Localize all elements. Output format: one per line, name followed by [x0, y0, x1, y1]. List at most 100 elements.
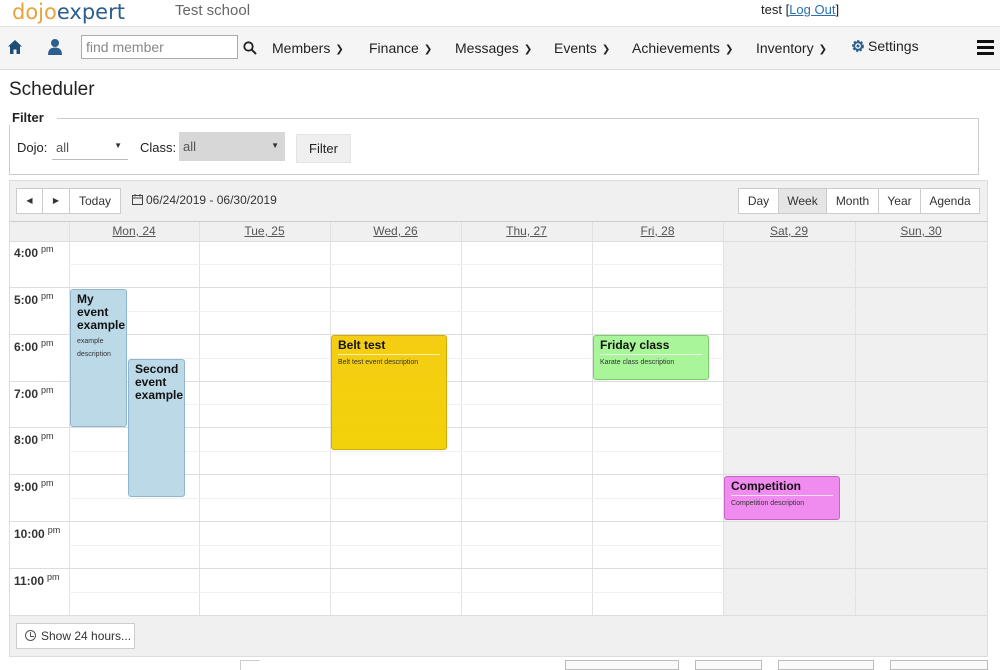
- nav-inventory[interactable]: Inventory ❯: [756, 40, 827, 56]
- logout-link[interactable]: Log Out: [789, 2, 835, 17]
- nav-inventory-label: Inventory: [756, 40, 814, 56]
- member-search: [81, 35, 238, 59]
- event-separator: [338, 354, 440, 355]
- nav-messages-label: Messages: [455, 40, 519, 56]
- time-label-hour: 5:00: [14, 293, 39, 307]
- footer-element: [778, 660, 874, 670]
- event-second-event-example[interactable]: Second event example: [128, 359, 185, 497]
- event-title: My event example: [77, 292, 126, 332]
- nav-members[interactable]: Members ❯: [272, 40, 344, 56]
- time-label: 8:00 pm: [14, 431, 54, 447]
- day-header-sat[interactable]: Sat, 29: [723, 222, 855, 241]
- time-label-ampm: pm: [47, 572, 60, 582]
- event-friday-class[interactable]: Friday class Karate class description: [593, 335, 709, 380]
- time-label-ampm: pm: [41, 431, 54, 441]
- view-week-button[interactable]: Week: [778, 188, 827, 214]
- event-title: Belt test: [338, 338, 386, 352]
- next-button[interactable]: ▶: [42, 188, 70, 214]
- today-button[interactable]: Today: [69, 188, 121, 214]
- clock-icon: [25, 630, 36, 641]
- header-bottom-line: [10, 241, 987, 242]
- event-my-event-example[interactable]: My event example example description: [70, 289, 127, 427]
- logo-text-dojo: dojo: [12, 0, 57, 24]
- footer-element: [890, 660, 988, 670]
- time-label-ampm: pm: [41, 385, 54, 395]
- day-header-thu[interactable]: Thu, 27: [461, 222, 592, 241]
- day-header-wed[interactable]: Wed, 26: [330, 222, 461, 241]
- half-hour-line: [69, 545, 987, 546]
- time-label-ampm: pm: [41, 478, 54, 488]
- day-header-tue[interactable]: Tue, 25: [199, 222, 330, 241]
- time-label: 10:00 pm: [14, 525, 60, 541]
- dropdown-arrow-icon: ▼: [114, 141, 122, 150]
- hour-line: [10, 287, 987, 288]
- nav-achievements[interactable]: Achievements ❯: [632, 40, 733, 56]
- event-competition[interactable]: Competition Competition description: [724, 476, 840, 520]
- filter-legend: Filter: [9, 110, 47, 125]
- view-agenda-button[interactable]: Agenda: [920, 188, 980, 214]
- search-icon[interactable]: [243, 41, 257, 60]
- day-header-mon[interactable]: Mon, 24: [69, 222, 199, 241]
- column-divider: [592, 222, 593, 616]
- time-label: 11:00 pm: [14, 572, 60, 588]
- view-year-button[interactable]: Year: [878, 188, 921, 214]
- user-icon[interactable]: [47, 38, 63, 60]
- nav-settings-label: Settings: [868, 38, 919, 54]
- nav-finance[interactable]: Finance ❯: [369, 40, 432, 56]
- nav-events-label: Events: [554, 40, 597, 56]
- view-month-button[interactable]: Month: [826, 188, 879, 214]
- time-label-hour: 8:00: [14, 433, 39, 447]
- time-label: 6:00 pm: [14, 338, 54, 354]
- event-separator: [600, 354, 702, 355]
- time-label: 7:00 pm: [14, 385, 54, 401]
- column-divider: [723, 222, 724, 616]
- search-input[interactable]: [82, 36, 232, 58]
- chevron-down-icon: ❯: [335, 44, 344, 55]
- home-icon[interactable]: [7, 39, 23, 60]
- half-hour-line: [69, 358, 987, 359]
- date-range: 06/24/2019 - 06/30/2019: [132, 193, 277, 208]
- date-range-text: 06/24/2019 - 06/30/2019: [146, 193, 277, 207]
- nav-events[interactable]: Events ❯: [554, 40, 610, 56]
- username: test: [761, 2, 782, 17]
- column-divider: [461, 222, 462, 616]
- nav-messages[interactable]: Messages ❯: [455, 40, 532, 56]
- chevron-down-icon: ❯: [818, 44, 827, 55]
- event-separator: [731, 495, 833, 496]
- time-label: 5:00 pm: [14, 291, 54, 307]
- time-label-ampm: pm: [41, 338, 54, 348]
- class-select-value: all: [183, 139, 197, 154]
- event-description: Karate class description: [600, 359, 675, 366]
- class-select[interactable]: all ▼: [179, 132, 285, 161]
- day-header-fri[interactable]: Fri, 28: [592, 222, 723, 241]
- hour-line: [10, 568, 987, 569]
- day-header-sun[interactable]: Sun, 30: [855, 222, 987, 241]
- footer-element: [695, 660, 762, 670]
- show-24-hours-button[interactable]: Show 24 hours...: [16, 623, 135, 649]
- prev-button[interactable]: ◀: [16, 188, 43, 214]
- view-day-button[interactable]: Day: [738, 188, 779, 214]
- nav-finance-label: Finance: [369, 40, 419, 56]
- hamburger-menu-icon[interactable]: [977, 40, 994, 55]
- time-label-hour: 9:00: [14, 480, 39, 494]
- time-label-hour: 4:00: [14, 246, 39, 260]
- column-divider: [199, 222, 200, 616]
- dojo-select[interactable]: all ▼: [52, 133, 128, 160]
- nav-members-label: Members: [272, 40, 331, 56]
- main-nav: Members ❯ Finance ❯ Messages ❯ Events ❯ Achi…: [0, 26, 1000, 70]
- nav-settings[interactable]: Settings: [850, 38, 919, 57]
- event-title: Competition: [731, 479, 801, 493]
- time-label-hour: 7:00: [14, 387, 39, 401]
- time-label-hour: 10:00: [14, 527, 45, 541]
- app-logo[interactable]: dojoexpert: [12, 0, 125, 24]
- dojo-label: Dojo:: [17, 140, 48, 155]
- chevron-down-icon: ❯: [601, 44, 611, 55]
- class-label: Class:: [140, 140, 177, 155]
- hour-line: [10, 334, 987, 335]
- event-description: Belt test event description: [338, 359, 419, 366]
- event-belt-test[interactable]: Belt test Belt test event description: [331, 335, 447, 450]
- half-hour-line: [69, 498, 987, 499]
- time-label-ampm: pm: [41, 244, 54, 254]
- half-hour-line: [69, 451, 987, 452]
- filter-button[interactable]: Filter: [296, 134, 351, 163]
